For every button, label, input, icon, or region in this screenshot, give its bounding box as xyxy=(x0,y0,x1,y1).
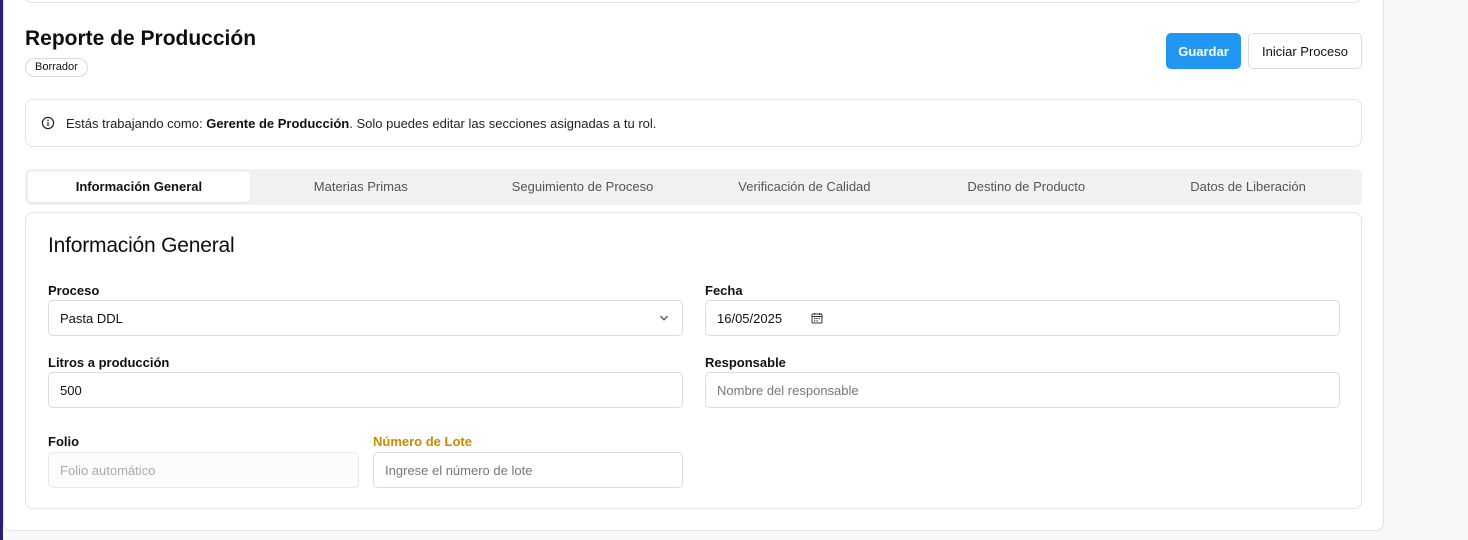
lote-input[interactable]: Ingrese el número de lote xyxy=(373,452,683,488)
tab-destino-producto[interactable]: Destino de Producto xyxy=(915,172,1137,202)
tab-verificacion-calidad[interactable]: Verificación de Calidad xyxy=(693,172,915,202)
section-tabs: Información General Materias Primas Segu… xyxy=(25,169,1362,205)
lote-label: Número de Lote xyxy=(373,434,472,449)
lote-placeholder: Ingrese el número de lote xyxy=(385,462,533,478)
calendar-icon[interactable] xyxy=(811,312,823,324)
tab-seguimiento-proceso[interactable]: Seguimiento de Proceso xyxy=(472,172,694,202)
proceso-select[interactable]: Pasta DDL xyxy=(48,300,683,336)
fecha-value: 16/05/2025 xyxy=(717,310,783,326)
page-title: Reporte de Producción xyxy=(25,27,257,50)
responsable-label: Responsable xyxy=(705,355,786,370)
alert-role: Gerente de Producción xyxy=(206,115,350,131)
info-icon xyxy=(41,116,55,130)
tab-materias-primas[interactable]: Materias Primas xyxy=(250,172,472,202)
alert-text: Estás trabajando como: Gerente de Produc… xyxy=(66,115,657,131)
responsable-placeholder: Nombre del responsable xyxy=(717,382,859,398)
general-info-form: Información General Proceso Pasta DDL Fe… xyxy=(25,212,1362,509)
litros-value: 500 xyxy=(60,382,82,398)
chevron-down-icon xyxy=(660,315,668,321)
tab-datos-liberacion[interactable]: Datos de Liberación xyxy=(1137,172,1359,202)
previous-section-edge xyxy=(24,0,1362,3)
role-alert: Estás trabajando como: Gerente de Produc… xyxy=(25,99,1362,147)
start-process-button[interactable]: Iniciar Proceso xyxy=(1248,33,1362,69)
tab-informacion-general[interactable]: Información General xyxy=(28,172,250,202)
save-button[interactable]: Guardar xyxy=(1166,33,1241,69)
fecha-input[interactable]: 16/05/2025 xyxy=(705,300,1340,336)
section-title: Información General xyxy=(48,234,235,257)
litros-label: Litros a producción xyxy=(48,355,170,370)
responsable-input[interactable]: Nombre del responsable xyxy=(705,372,1340,408)
folio-label: Folio xyxy=(48,434,80,449)
folio-input: Folio automático xyxy=(48,452,359,488)
status-badge: Borrador xyxy=(25,58,88,77)
fecha-label: Fecha xyxy=(705,283,743,298)
folio-placeholder: Folio automático xyxy=(60,462,156,478)
proceso-label: Proceso xyxy=(48,283,100,298)
litros-input[interactable]: 500 xyxy=(48,372,683,408)
proceso-value: Pasta DDL xyxy=(60,310,123,326)
